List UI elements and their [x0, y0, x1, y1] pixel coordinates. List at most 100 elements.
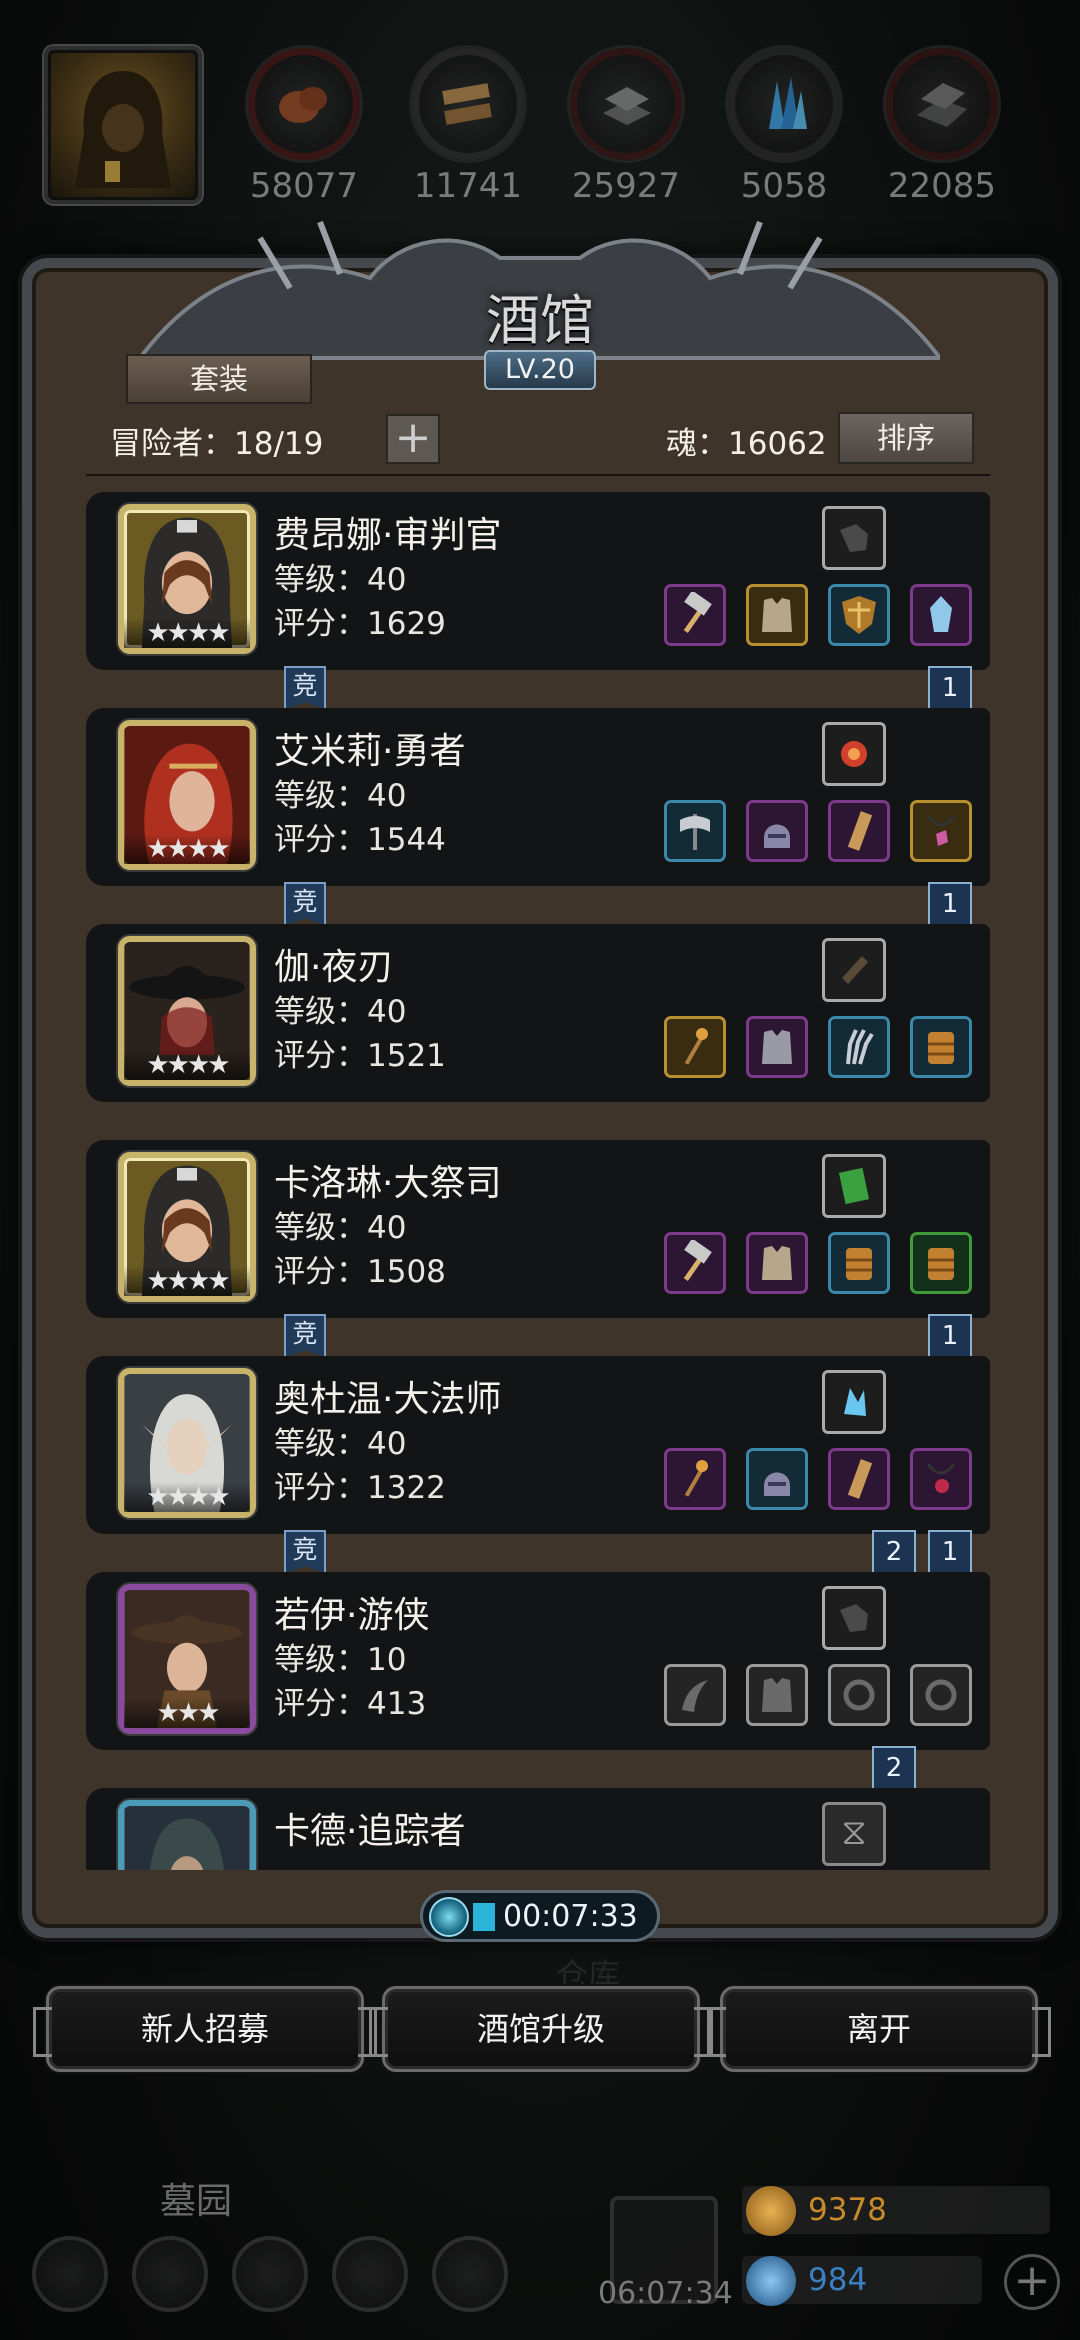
- relic-slot[interactable]: [822, 506, 886, 570]
- shield-icon: [842, 596, 876, 634]
- player-portrait[interactable]: [44, 46, 202, 204]
- equipment-slots: [664, 584, 990, 650]
- event-timer: 06:07:34: [598, 2276, 733, 2311]
- gauntlet-icon: [840, 1604, 868, 1632]
- accessory-slot[interactable]: [910, 800, 972, 862]
- armor-slot[interactable]: [746, 1664, 808, 1726]
- sort-button[interactable]: 排序: [838, 412, 974, 464]
- tavern-timer: 00:07:33: [420, 1890, 660, 1942]
- fire-orb-icon: [841, 741, 867, 767]
- hourglass-icon[interactable]: ⧖: [822, 1802, 886, 1866]
- chest-armor-icon: [762, 1030, 792, 1064]
- add-currency-button[interactable]: +: [1004, 2254, 1060, 2310]
- timer-progress: [473, 1903, 495, 1931]
- relic-slot[interactable]: [822, 1154, 886, 1218]
- hero-card[interactable]: ★★★★ 卡洛琳·大祭司 等级：40 评分：1508: [86, 1128, 990, 1318]
- shield-slot[interactable]: [828, 584, 890, 646]
- armor-slot[interactable]: [746, 1016, 808, 1078]
- staff-icon: [684, 1028, 708, 1065]
- panel-title: 酒馆: [486, 289, 594, 352]
- resource-value: 11741: [413, 166, 523, 206]
- hero-name: 奥杜温·大法师: [274, 1379, 502, 1420]
- resource-stone[interactable]: 22085: [882, 48, 1002, 206]
- accessory-slot[interactable]: [910, 1448, 972, 1510]
- resource-iron[interactable]: 25927: [566, 48, 686, 206]
- suit-button[interactable]: 套装: [126, 354, 312, 404]
- handshake-icon[interactable]: [432, 2236, 508, 2312]
- settings-icon[interactable]: [32, 2236, 108, 2312]
- armor-slot[interactable]: [746, 1232, 808, 1294]
- ring-slot[interactable]: [828, 1664, 890, 1726]
- gloves-slot[interactable]: [828, 1016, 890, 1078]
- gem-icon: [930, 596, 952, 632]
- leather-armor-icon: [928, 1032, 954, 1064]
- scroll-icon[interactable]: [232, 2236, 308, 2312]
- add-adventurer-button[interactable]: +: [386, 414, 440, 464]
- weapon-slot[interactable]: [664, 584, 726, 646]
- clock-icon: [429, 1897, 469, 1937]
- hero-card[interactable]: ★★★★ 奥杜温·大法师 等级：40 评分：1322: [86, 1344, 990, 1534]
- boots-slot[interactable]: [910, 1016, 972, 1078]
- recruit-button[interactable]: 新人招募: [33, 1986, 377, 2072]
- leather-armor-icon: [928, 1248, 954, 1280]
- staff-icon: [684, 1460, 708, 1497]
- hero-level: 等级：40: [274, 778, 407, 814]
- resource-value: 58077: [249, 166, 359, 206]
- hero-card[interactable]: ★★★★ 艾米莉·勇者 等级：40 评分：1544: [86, 696, 990, 886]
- star-rating: ★★★★: [124, 618, 250, 648]
- ring-slot[interactable]: [910, 1664, 972, 1726]
- amulet-icon: [926, 815, 956, 846]
- resource-meat[interactable]: 58077: [244, 48, 364, 206]
- equipment-slots: [664, 1232, 990, 1298]
- axe-icon: [680, 814, 710, 850]
- hero-card[interactable]: ★★★ 若伊·游侠 等级：10 评分：413: [86, 1560, 990, 1750]
- star-rating: ★★★★: [124, 1266, 250, 1296]
- weapon-slot[interactable]: [664, 1016, 726, 1078]
- meat-icon: [279, 87, 327, 123]
- accessory-slot[interactable]: [910, 584, 972, 646]
- crystal-icon: [769, 77, 807, 129]
- hero-name: 伽·夜刃: [274, 947, 394, 988]
- hero-score: 评分：1544: [274, 822, 446, 858]
- hero-card[interactable]: ★★★★ 费昂娜·审判官 等级：40 评分：1629: [86, 480, 990, 670]
- helmet-slot[interactable]: [746, 1448, 808, 1510]
- hero-score: 评分：413: [274, 1686, 427, 1722]
- weapon-slot[interactable]: [664, 1448, 726, 1510]
- timer-text: 00:07:33: [503, 1899, 638, 1934]
- accessory-slot[interactable]: [910, 1232, 972, 1294]
- hero-list[interactable]: ★★★★ 费昂娜·审判官 等级：40 评分：1629 竞 1 ★★★★ 艾米莉·…: [86, 480, 990, 1870]
- weapon-slot[interactable]: [664, 1232, 726, 1294]
- tavern-upgrade-button[interactable]: 酒馆升级: [369, 1986, 713, 2072]
- resource-wood[interactable]: 11741: [408, 48, 528, 206]
- empty-ring-icon: [843, 1679, 875, 1711]
- resource-crystal[interactable]: 5058: [724, 48, 844, 206]
- hero-name: 艾米莉·勇者: [274, 731, 466, 772]
- hero-card[interactable]: 卡德·追踪者 ⧖: [86, 1776, 990, 1870]
- hero-card[interactable]: ★★★★ 伽·夜刃 等级：40 评分：1521: [86, 912, 990, 1102]
- mail-icon[interactable]: [332, 2236, 408, 2312]
- leave-button[interactable]: 离开: [707, 1986, 1051, 2072]
- relic-slot[interactable]: [822, 1370, 886, 1434]
- star-badge-icon[interactable]: [132, 2236, 208, 2312]
- equipment-slots: [664, 1016, 990, 1082]
- weapon-slot[interactable]: [664, 800, 726, 862]
- hero-score: 评分：1521: [274, 1038, 446, 1074]
- helmet-slot[interactable]: [746, 800, 808, 862]
- gem-icon: [746, 2256, 796, 2306]
- boots-slot[interactable]: [828, 1232, 890, 1294]
- scroll-slot[interactable]: [828, 800, 890, 862]
- hero-name: 若伊·游侠: [274, 1595, 430, 1636]
- relic-slot[interactable]: [822, 1586, 886, 1650]
- relic-slot[interactable]: [822, 938, 886, 1002]
- relic-slot[interactable]: [822, 722, 886, 786]
- weapon-slot[interactable]: [664, 1664, 726, 1726]
- gauntlet-icon: [840, 524, 868, 552]
- armor-slot[interactable]: [746, 584, 808, 646]
- hooded-tracker-portrait-icon: [124, 1806, 250, 1870]
- gem-display: 984: [742, 2256, 982, 2306]
- hero-avatar[interactable]: [118, 1800, 256, 1870]
- scroll-slot[interactable]: [828, 1448, 890, 1510]
- gold-display: 9378: [742, 2186, 1050, 2236]
- chest-armor-icon: [762, 598, 792, 632]
- adventurer-count: 冒险者：18/19: [110, 426, 324, 462]
